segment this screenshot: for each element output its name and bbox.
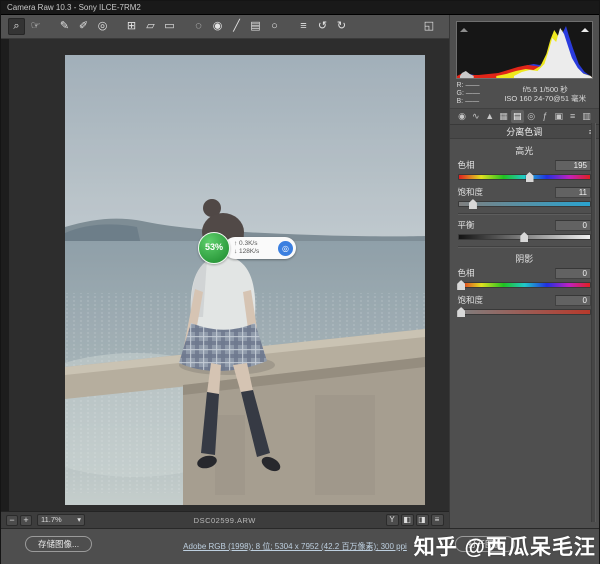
highlights-saturation-slider[interactable] xyxy=(458,201,592,207)
tab-presets[interactable]: ≡ xyxy=(566,110,579,123)
tab-lens-corrections[interactable]: ◎ xyxy=(525,110,538,123)
split-toning-panel: 高光 色相 195 饱和度 11 平衡 0 xyxy=(450,139,600,315)
hand-tool-icon[interactable]: ☞ xyxy=(27,18,44,35)
tab-basic[interactable]: ◉ xyxy=(456,110,469,123)
red-eye-tool-icon[interactable]: ◉ xyxy=(209,18,226,35)
photo-scene xyxy=(65,55,425,505)
slider-thumb[interactable] xyxy=(457,280,465,290)
highlights-hue-label: 色相 xyxy=(458,159,475,171)
slider-thumb[interactable] xyxy=(457,307,465,317)
preview-split-button[interactable]: ◨ xyxy=(416,514,429,526)
window-title: Camera Raw 10.3 - Sony ILCE-7RM2 xyxy=(1,1,599,15)
slider-thumb[interactable] xyxy=(520,232,528,242)
tab-snapshots[interactable]: ▥ xyxy=(580,110,593,123)
shadows-hue-value[interactable]: 0 xyxy=(555,268,591,279)
balance-value[interactable]: 0 xyxy=(555,220,591,231)
shadows-saturation-label: 饱和度 xyxy=(458,294,484,306)
highlights-hue-value[interactable]: 195 xyxy=(555,160,591,171)
panel-title-text: 分离色调 xyxy=(506,127,542,137)
balance-slider[interactable] xyxy=(458,234,592,240)
balance-label: 平衡 xyxy=(458,219,475,231)
white-balance-tool-icon[interactable]: ✎ xyxy=(56,18,73,35)
highlight-clipping-icon[interactable] xyxy=(581,24,589,32)
exposure-info: f/5.5 1/500 秒 ISO 160 24-70@51 毫米 xyxy=(499,85,593,104)
zhihu-watermark: 知乎 @西瓜呆毛汪 xyxy=(414,531,596,561)
tab-split-toning[interactable]: ▤ xyxy=(511,110,524,123)
shadows-section-label: 阴影 xyxy=(458,252,592,265)
tab-tone-curve[interactable]: ∿ xyxy=(469,110,482,123)
toolbar: ⌕ ☞ ✎ ✐ ◎ ⊞ ▱ ▭ ◌ ◉ ╱ ▤ ○ ≡ ↺ ↻ ◱ xyxy=(1,15,449,39)
preview-menu-button[interactable]: ≡ xyxy=(431,514,444,526)
zoom-level-value: 11.7% xyxy=(41,515,62,525)
network-speed-pill[interactable]: ↑ 0.3K/s ↓ 128K/s ◎ xyxy=(224,237,296,259)
shadows-saturation-slider[interactable] xyxy=(458,309,592,315)
tab-camera-calibration[interactable]: ▣ xyxy=(552,110,565,123)
overlay-app-icon[interactable]: ◎ xyxy=(278,241,293,256)
zoom-in-button[interactable]: + xyxy=(20,515,32,526)
exif-info-row: R: —— G: —— B: —— f/5.5 1/500 秒 ISO 160 … xyxy=(450,81,600,108)
zoom-tool-icon[interactable]: ⌕ xyxy=(8,18,25,35)
tab-hsl-grayscale[interactable]: ▦ xyxy=(497,110,510,123)
panel-title: 分离色调 ≡ xyxy=(450,125,600,139)
highlights-saturation-value[interactable]: 11 xyxy=(555,187,591,198)
preview-cycle-button[interactable]: Y xyxy=(386,514,399,526)
preview-toggles: Y ◧ ◨ ≡ xyxy=(386,514,444,526)
radial-filter-tool-icon[interactable]: ○ xyxy=(266,18,283,35)
bottom-bar: 存储图像... Adobe RGB (1998); 8 位; 5304 x 79… xyxy=(1,528,599,564)
targeted-adjustment-tool-icon[interactable]: ◎ xyxy=(94,18,111,35)
save-image-button[interactable]: 存储图像... xyxy=(25,536,92,552)
spot-removal-tool-icon[interactable]: ◌ xyxy=(190,18,207,35)
highlights-saturation-label: 饱和度 xyxy=(458,186,484,198)
zoom-level-select[interactable]: 11.7% ▾ xyxy=(37,514,85,526)
exposure-line1: f/5.5 1/500 秒 xyxy=(499,85,593,95)
download-speed: ↓ 128K/s xyxy=(234,248,278,256)
panel-tabs: ◉ ∿ ▲ ▦ ▤ ◎ ƒ ▣ ≡ ▥ xyxy=(450,108,600,125)
toggle-fullscreen-icon[interactable]: ◱ xyxy=(421,18,438,35)
preferences-icon[interactable]: ≡ xyxy=(295,18,312,35)
section-divider xyxy=(458,246,592,248)
shadows-saturation-value[interactable]: 0 xyxy=(555,295,591,306)
shadows-hue-slider[interactable] xyxy=(458,282,592,288)
upload-speed: ↑ 0.3K/s xyxy=(234,240,278,248)
highlights-hue-slider[interactable] xyxy=(458,174,592,180)
preview-before-after-button[interactable]: ◧ xyxy=(401,514,414,526)
histogram-plot xyxy=(457,22,593,78)
tab-effects[interactable]: ƒ xyxy=(538,110,551,123)
section-divider xyxy=(458,213,592,215)
highlights-section-label: 高光 xyxy=(458,144,592,157)
preview-area: ↑ 0.3K/s ↓ 128K/s ◎ 53% xyxy=(1,39,449,511)
network-speed-overlay[interactable]: ↑ 0.3K/s ↓ 128K/s ◎ 53% xyxy=(198,231,302,265)
zoom-out-button[interactable]: − xyxy=(6,515,18,526)
adjustment-panel: R: —— G: —— B: —— f/5.5 1/500 秒 ISO 160 … xyxy=(449,15,600,528)
photo-preview[interactable] xyxy=(65,55,425,505)
preview-left-strip xyxy=(1,39,9,511)
camera-raw-dialog: Camera Raw 10.3 - Sony ILCE-7RM2 ⌕ ☞ ✎ ✐… xyxy=(0,0,600,564)
rotate-right-icon[interactable]: ↻ xyxy=(333,18,350,35)
slider-thumb[interactable] xyxy=(526,172,534,182)
exposure-line2: ISO 160 24-70@51 毫米 xyxy=(499,94,593,104)
transform-tool-icon[interactable]: ▭ xyxy=(161,18,178,35)
rotate-left-icon[interactable]: ↺ xyxy=(314,18,331,35)
histogram[interactable] xyxy=(456,21,594,79)
crop-tool-icon[interactable]: ⊞ xyxy=(123,18,140,35)
rgb-readout: R: —— G: —— B: —— xyxy=(457,82,499,106)
slider-thumb[interactable] xyxy=(469,199,477,209)
chevron-down-icon: ▾ xyxy=(77,515,81,525)
shadows-hue-label: 色相 xyxy=(458,267,475,279)
graduated-filter-tool-icon[interactable]: ▤ xyxy=(247,18,264,35)
tab-detail[interactable]: ▲ xyxy=(483,110,496,123)
straighten-tool-icon[interactable]: ▱ xyxy=(142,18,159,35)
status-bar: − + 11.7% ▾ DSC02599.ARW Y ◧ ◨ ≡ xyxy=(1,511,449,528)
shadow-clipping-icon[interactable] xyxy=(460,24,468,32)
battery-percent-badge[interactable]: 53% xyxy=(198,232,230,264)
adjustment-brush-tool-icon[interactable]: ╱ xyxy=(228,18,245,35)
color-sampler-tool-icon[interactable]: ✐ xyxy=(75,18,92,35)
workflow-options-link[interactable]: Adobe RGB (1998); 8 位; 5304 x 7952 (42.2… xyxy=(141,541,449,552)
